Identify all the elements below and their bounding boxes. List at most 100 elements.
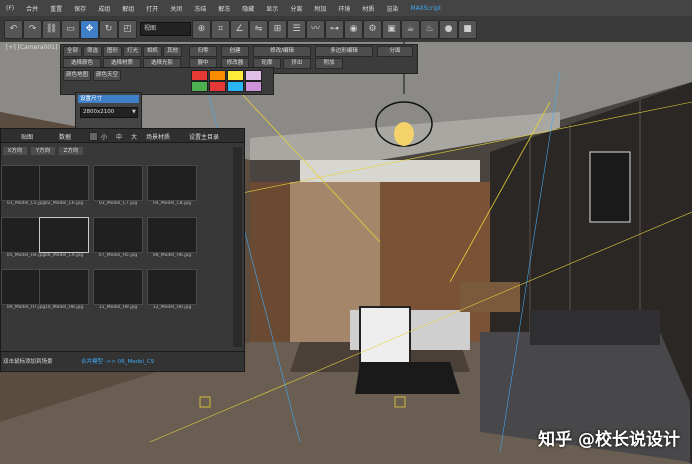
panel-button-reset[interactable]: 归零 [189,46,217,57]
thumbnail[interactable] [39,269,89,305]
menu-item[interactable]: 隐藏 [236,4,260,13]
menu-item[interactable]: 打开 [140,4,164,13]
size-option-large[interactable]: 大 [131,132,137,141]
panel-button-facets[interactable]: 分面 [377,46,413,57]
thumbnail[interactable] [147,165,197,201]
tab-data[interactable]: 数据 [59,132,71,141]
thumbnail-selected[interactable] [39,217,89,253]
thumbnail[interactable] [147,217,197,253]
thumbnail[interactable] [39,165,89,201]
sphere-icon[interactable]: ● [439,20,458,39]
menu-item[interactable]: 附加 [308,4,332,13]
menu-item[interactable]: 合并 [20,4,44,13]
option-set-home[interactable]: 设置主目录 [189,132,219,141]
thumbnail[interactable] [147,269,197,305]
thumbnail-label: 02_Model_C6.jpg [44,201,84,206]
panel-button-color-map[interactable]: 颜色地图 [63,70,91,81]
viewport-label[interactable]: [+] [Camera001] [ [6,44,62,51]
watermark: 知乎 @校长说设计 [538,430,680,450]
thumbnail-label: 04_Model_C8.jpg [152,201,192,206]
color-swatch[interactable] [209,81,226,92]
redo-icon[interactable]: ↷ [23,20,42,39]
mirror-icon[interactable]: ⇋ [249,20,268,39]
panel-button-filter[interactable]: 筛选 [83,46,102,57]
schematic-icon[interactable]: ⊶ [325,20,344,39]
angle-snap-icon[interactable]: ∠ [230,20,249,39]
menu-item[interactable]: 解组 [116,4,140,13]
menu-item accent[interactable]: MAXScript [404,5,447,12]
size-option-small[interactable]: 小 [101,132,107,141]
color-swatch[interactable] [227,81,244,92]
menu-item[interactable]: 显示 [260,4,284,13]
color-swatch[interactable] [191,70,208,81]
thumbnail[interactable] [93,217,143,253]
filter-x[interactable]: X方向 [3,147,27,155]
chevron-down-icon[interactable]: ▼ [132,109,136,115]
view-select[interactable]: 视图 [140,22,191,36]
browser-status-bar: 双击鼠标添加到场景 合并模型 ->> 06_Model_C9 [1,351,244,370]
move-icon[interactable]: ✥ [80,20,99,39]
undo-icon[interactable]: ↶ [4,20,23,39]
thumbnail-label: 03_Model_C7.jpg [98,201,138,206]
menu-item[interactable]: (F) [0,5,20,12]
render-setup-icon[interactable]: ⚙ [363,20,382,39]
render-frame-icon[interactable]: ▣ [382,20,401,39]
material-editor-icon[interactable]: ◉ [344,20,363,39]
scale-icon[interactable]: ◰ [118,20,137,39]
box-icon[interactable]: ■ [458,20,477,39]
menu-item[interactable]: 冻结 [188,4,212,13]
panel-button-color-sky[interactable]: 颜色天空 [93,70,121,81]
panel-button-other[interactable]: 其他 [163,46,182,57]
layers-icon[interactable]: ☰ [287,20,306,39]
color-swatch[interactable] [209,70,226,81]
link-icon[interactable]: ⛓ [42,20,61,39]
tab-maps[interactable]: 贴图 [21,132,33,141]
menu-item[interactable]: 成组 [92,4,116,13]
teapot-icon[interactable]: ♨ [420,20,439,39]
filter-y[interactable]: Y方向 [31,147,55,155]
color-swatch[interactable] [191,81,208,92]
select-icon[interactable]: ▭ [61,20,80,39]
rotate-icon[interactable]: ↻ [99,20,118,39]
align-icon[interactable]: ⊞ [268,20,287,39]
browser-scrollbar[interactable] [233,147,242,347]
status-hint: 双击鼠标添加到场景 [3,359,53,365]
thumbnail-label: 11_Model_H9.jpg [98,305,138,310]
menu-item[interactable]: 环境 [332,4,356,13]
color-swatch[interactable] [245,70,262,81]
menu-item[interactable]: 重置 [44,4,68,13]
panel-button-create[interactable]: 创建 [221,46,249,57]
option-scene-materials[interactable]: 场景材质 [146,132,170,141]
panel-button-extrude[interactable]: 挤出 [283,58,311,69]
menu-item[interactable]: 保存 [68,4,92,13]
pivot-icon[interactable]: ⊕ [192,20,211,39]
thumbnail[interactable] [93,269,143,305]
menu-item[interactable]: 解冻 [212,4,236,13]
menu-item[interactable]: 材质 [356,4,380,13]
thumbnail[interactable] [93,165,143,201]
thumbnail-label: 08_Model_H6.jpg [152,253,192,258]
render-icon[interactable]: ☕ [401,20,420,39]
size-select[interactable]: 2800x2100 [80,107,138,118]
panel-button-cameras[interactable]: 相机 [143,46,162,57]
size-option-medium[interactable]: 中 [116,132,122,141]
thumbnail-label: 06_Model_C9.jpg [44,253,84,258]
color-swatch[interactable] [245,81,262,92]
thumbnail-label: 10_Model_H8.jpg [44,305,84,310]
panel-button-attach[interactable]: 附加 [315,58,343,69]
thumbnail-label: 07_Model_H5.jpg [98,253,138,258]
menu-item[interactable]: 分离 [284,4,308,13]
menu-item[interactable]: 渲染 [380,4,404,13]
color-swatch[interactable] [227,70,244,81]
thumbnail-label: 12_Model_H0.jpg [152,305,192,310]
curve-editor-icon[interactable]: 〰 [306,20,325,39]
panel-button-all[interactable]: 全部 [63,46,82,57]
panel-button-modify[interactable]: 修改/编辑 [253,46,311,57]
checkbox-icon[interactable] [89,132,98,141]
menu-item[interactable]: 关闭 [164,4,188,13]
panel-button-shapes[interactable]: 图形 [103,46,122,57]
panel-button-poly-edit[interactable]: 多边形编辑 [315,46,373,57]
panel-button-lights[interactable]: 灯光 [123,46,142,57]
filter-z[interactable]: Z方向 [59,147,83,155]
snap-icon[interactable]: ⌗ [211,20,230,39]
